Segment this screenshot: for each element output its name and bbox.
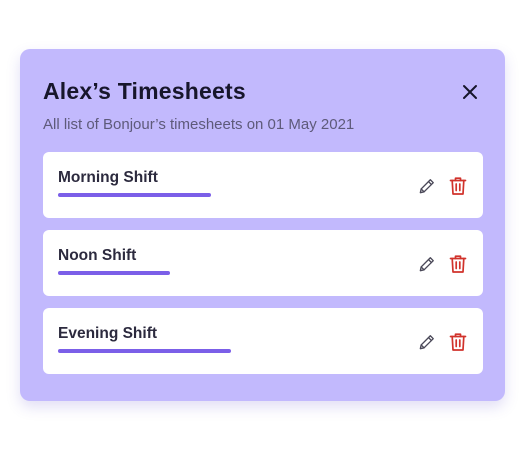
shift-label: Noon Shift bbox=[58, 247, 137, 264]
shift-label: Evening Shift bbox=[58, 325, 158, 342]
shift-progress-fill bbox=[58, 193, 211, 197]
shift-list: Morning Shift Noon Shift Evening Shift bbox=[43, 152, 483, 386]
edit-shift-button[interactable] bbox=[415, 330, 439, 354]
shift-progress-bar bbox=[58, 271, 238, 275]
trash-icon bbox=[449, 177, 467, 195]
modal-subtitle: All list of Bonjour’s timesheets on 01 M… bbox=[43, 116, 355, 133]
delete-shift-button[interactable] bbox=[447, 252, 469, 276]
edit-shift-button[interactable] bbox=[415, 252, 439, 276]
shift-card: Evening Shift bbox=[43, 308, 483, 374]
trash-icon bbox=[449, 333, 467, 351]
shift-card: Morning Shift bbox=[43, 152, 483, 218]
trash-icon bbox=[449, 255, 467, 273]
pencil-icon bbox=[419, 179, 434, 194]
delete-shift-button[interactable] bbox=[447, 174, 469, 198]
close-icon bbox=[463, 85, 477, 99]
shift-progress-fill bbox=[58, 271, 170, 275]
shift-label: Morning Shift bbox=[58, 169, 158, 186]
pencil-icon bbox=[419, 257, 434, 272]
modal-title: Alex’s Timesheets bbox=[43, 78, 246, 104]
timesheets-modal: Alex’s Timesheets All list of Bonjour’s … bbox=[20, 49, 505, 401]
pencil-icon bbox=[419, 335, 434, 350]
shift-progress-fill bbox=[58, 349, 231, 353]
shift-card: Noon Shift bbox=[43, 230, 483, 296]
close-button[interactable] bbox=[457, 79, 483, 105]
shift-progress-bar bbox=[58, 349, 238, 353]
shift-progress-bar bbox=[58, 193, 238, 197]
edit-shift-button[interactable] bbox=[415, 174, 439, 198]
delete-shift-button[interactable] bbox=[447, 330, 469, 354]
